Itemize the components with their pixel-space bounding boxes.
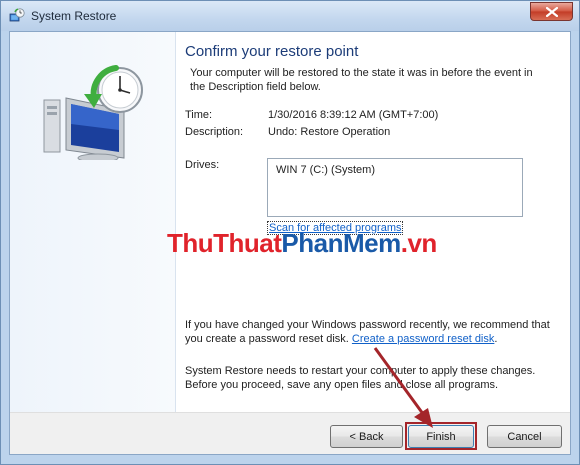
title-bar[interactable]: System Restore xyxy=(1,1,579,31)
button-bar: < Back Finish Cancel xyxy=(10,412,570,454)
system-restore-icon xyxy=(9,8,25,22)
watermark-part: .vn xyxy=(400,228,438,258)
wizard-content: Confirm your restore point Your computer… xyxy=(9,31,571,455)
window-title: System Restore xyxy=(31,9,117,23)
drives-list[interactable]: WIN 7 (C:) (System) xyxy=(267,158,523,217)
password-notice-end: . xyxy=(494,333,498,345)
password-notice: If you have changed your Windows passwor… xyxy=(185,318,555,346)
window-frame xyxy=(1,31,9,464)
system-restore-window: System Restore Confirm your restore poin… xyxy=(0,0,580,465)
description-value: Undo: Restore Operation xyxy=(268,126,391,138)
back-button[interactable]: < Back xyxy=(330,425,403,448)
list-item[interactable]: WIN 7 (C:) (System) xyxy=(276,164,375,176)
time-value: 1/30/2016 8:39:12 AM (GMT+7:00) xyxy=(268,109,439,121)
drives-label: Drives: xyxy=(185,159,220,171)
page-title: Confirm your restore point xyxy=(185,43,359,60)
create-password-reset-disk-link[interactable]: Create a password reset disk xyxy=(352,333,494,345)
restart-notice: System Restore needs to restart your com… xyxy=(185,365,536,391)
close-icon xyxy=(546,7,558,17)
watermark: ThuThuatPhanMem.vn xyxy=(167,228,437,259)
time-label: Time: xyxy=(185,109,213,121)
intro-text: Your computer will be restored to the st… xyxy=(190,67,533,93)
close-button[interactable] xyxy=(530,2,573,21)
finish-button[interactable]: Finish xyxy=(408,425,474,448)
side-panel xyxy=(10,32,176,412)
cancel-button[interactable]: Cancel xyxy=(487,425,562,448)
watermark-part: PhanMem xyxy=(281,228,401,258)
description-label: Description: xyxy=(185,126,244,138)
watermark-part: ThuThuat xyxy=(167,228,282,258)
computer-restore-clock-icon xyxy=(43,65,143,160)
